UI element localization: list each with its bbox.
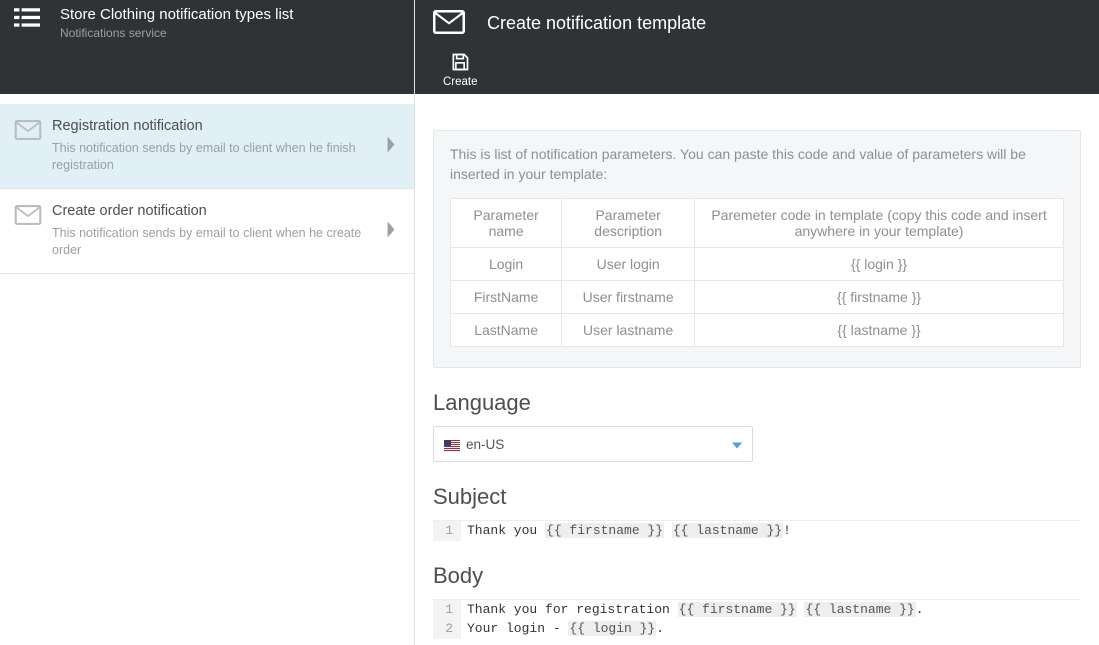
param-cell-name: Login [451, 248, 562, 281]
notification-item-desc: This notification sends by email to clie… [52, 225, 374, 259]
notification-item-desc: This notification sends by email to clie… [52, 140, 374, 174]
subject-heading: Subject [433, 484, 1081, 510]
sidebar-subtitle: Notifications service [60, 26, 293, 40]
main-panel: Create notification template Create This… [415, 0, 1099, 645]
param-col-name: Parameter name [451, 199, 562, 248]
table-row: FirstNameUser firstname{{ firstname }} [451, 281, 1064, 314]
param-col-desc: Parameter description [562, 199, 695, 248]
param-cell-desc: User login [562, 248, 695, 281]
notification-list-item[interactable]: Registration notification This notificati… [0, 104, 414, 189]
param-cell-code[interactable]: {{ login }} [695, 248, 1064, 281]
notification-list: Registration notification This notificati… [0, 104, 414, 274]
notification-item-title: Registration notification [52, 118, 374, 134]
notification-list-item[interactable]: Create order notification This notificati… [0, 189, 414, 274]
parameters-table: Parameter name Parameter description Par… [450, 198, 1064, 347]
sidebar-title: Store Clothing notification types list [60, 6, 293, 24]
create-button[interactable]: Create [443, 52, 478, 89]
flag-us-icon [444, 439, 460, 450]
main-header: Create notification template [415, 0, 1099, 46]
language-heading: Language [433, 390, 1081, 416]
sidebar: Store Clothing notification types list N… [0, 0, 415, 645]
main-toolbar: Create [415, 46, 1099, 94]
chevron-down-icon [732, 437, 742, 452]
list-icon [14, 6, 48, 32]
param-cell-desc: User firstname [562, 281, 695, 314]
table-row: LoginUser login{{ login }} [451, 248, 1064, 281]
param-cell-code[interactable]: {{ lastname }} [695, 314, 1064, 347]
sidebar-header: Store Clothing notification types list N… [0, 0, 414, 46]
envelope-icon [14, 203, 52, 228]
notification-item-title: Create order notification [52, 203, 374, 219]
language-select[interactable]: en-US [433, 426, 753, 462]
chevron-right-icon [386, 221, 396, 240]
sidebar-toolbar-spacer [0, 46, 414, 94]
envelope-icon [433, 10, 475, 37]
param-cell-name: FirstName [451, 281, 562, 314]
main-title: Create notification template [475, 13, 706, 34]
param-col-code: Paremeter code in template (copy this co… [695, 199, 1064, 248]
envelope-icon [14, 118, 52, 143]
parameters-info-text: This is list of notification parameters.… [450, 145, 1064, 184]
subject-editor[interactable]: 1 Thank you {{ firstname }} {{ lastname … [433, 520, 1081, 541]
create-button-label: Create [443, 77, 478, 89]
param-cell-code[interactable]: {{ firstname }} [695, 281, 1064, 314]
body-editor[interactable]: 12 Thank you for registration {{ firstna… [433, 599, 1081, 639]
param-cell-name: LastName [451, 314, 562, 347]
language-value: en-US [466, 437, 504, 452]
chevron-right-icon [386, 136, 396, 155]
body-heading: Body [433, 563, 1081, 589]
save-icon [450, 52, 470, 75]
param-cell-desc: User lastname [562, 314, 695, 347]
table-row: LastNameUser lastname{{ lastname }} [451, 314, 1064, 347]
parameters-info-box: This is list of notification parameters.… [433, 130, 1081, 368]
